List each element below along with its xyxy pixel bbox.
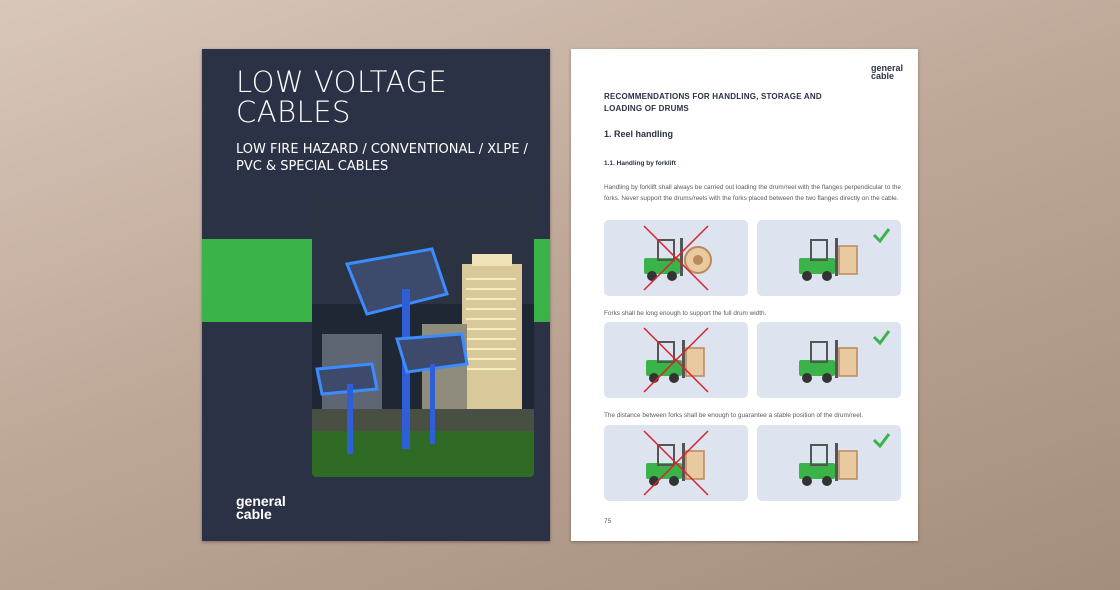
catalog-page: general cable RECOMMENDATIONS FOR HANDLI… [571, 49, 918, 541]
illustration-wrong-1 [604, 220, 748, 296]
catalog-cover: LOW VOLTAGE CABLES LOW FIRE HAZARD / CON… [202, 49, 550, 541]
forklift-short-forks-wrong-icon [643, 327, 709, 393]
paragraph-fork-distance: The distance between forks shall be enou… [604, 412, 863, 419]
illustration-correct-2 [757, 322, 901, 398]
section-title: 1. Reel handling [604, 129, 674, 139]
illustration-correct-3 [757, 425, 901, 501]
cover-logo-line2: cable [236, 506, 272, 522]
cover-photo [312, 194, 534, 477]
illustration-wrong-3 [604, 425, 748, 501]
city-night-photo-illustration [312, 194, 534, 477]
cover-title: LOW VOLTAGE CABLES [236, 65, 448, 129]
page-logo: general cable [870, 64, 903, 81]
cover-subtitle: LOW FIRE HAZARD / CONVENTIONAL / XLPE / … [236, 142, 528, 174]
paragraph-fork-length: Forks shall be long enough to support th… [604, 310, 767, 317]
page-heading: RECOMMENDATIONS FOR HANDLING, STORAGE AN… [604, 92, 822, 113]
forklift-wide-forks-correct-icon [799, 433, 891, 486]
cover-logo: general cable [236, 494, 286, 522]
forklift-narrow-forks-wrong-icon [643, 430, 709, 496]
illustration-correct-1 [757, 220, 901, 296]
subsection-title: 1.1. Handling by forklift [604, 160, 676, 167]
page-number: 75 [604, 518, 612, 525]
page-logo-line2: cable [870, 71, 894, 81]
illustration-wrong-2 [604, 322, 748, 398]
forklift-drum-wrong-icon [643, 225, 712, 291]
paragraph-forklift-orientation: Handling by forklift shall always be car… [604, 184, 901, 202]
forklift-drum-correct-icon [799, 228, 891, 281]
forklift-long-forks-correct-icon [799, 330, 891, 383]
